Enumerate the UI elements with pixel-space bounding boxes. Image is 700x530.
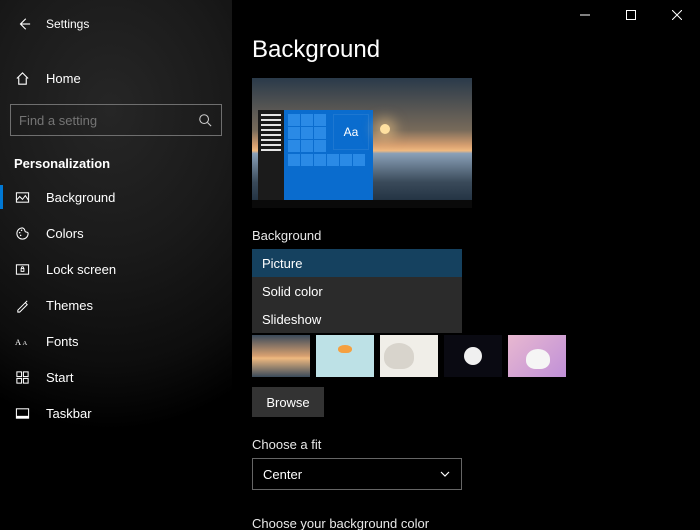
thumbnail-5[interactable] xyxy=(508,335,566,377)
settings-window: Settings Home Personalization Background xyxy=(0,0,700,530)
fonts-icon: AA xyxy=(14,335,30,347)
browse-button[interactable]: Browse xyxy=(252,387,324,417)
search-input[interactable] xyxy=(19,113,197,128)
background-type-label: Background xyxy=(252,228,700,243)
thumbnail-1[interactable] xyxy=(252,335,310,377)
svg-text:A: A xyxy=(22,340,27,347)
sidebar-item-background[interactable]: Background xyxy=(0,179,232,215)
chevron-down-icon xyxy=(439,468,451,480)
themes-icon xyxy=(14,298,30,313)
maximize-icon xyxy=(626,10,636,20)
minimize-button[interactable] xyxy=(562,0,608,30)
svg-text:A: A xyxy=(15,337,22,347)
fit-select-value: Center xyxy=(263,467,302,482)
window-controls xyxy=(562,0,700,30)
background-type-dropdown[interactable]: Picture Solid color Slideshow xyxy=(252,249,462,333)
dropdown-option-solid-color[interactable]: Solid color xyxy=(252,277,462,305)
back-arrow-icon xyxy=(17,17,31,31)
sidebar-header: Settings xyxy=(0,8,232,40)
sidebar-item-fonts[interactable]: AA Fonts xyxy=(0,323,232,359)
home-button[interactable]: Home xyxy=(0,60,232,96)
minimize-icon xyxy=(580,10,590,20)
thumbnail-3[interactable] xyxy=(380,335,438,377)
back-button[interactable] xyxy=(8,8,40,40)
thumbnail-4[interactable] xyxy=(444,335,502,377)
sidebar-item-themes[interactable]: Themes xyxy=(0,287,232,323)
close-button[interactable] xyxy=(654,0,700,30)
sidebar-item-label: Colors xyxy=(46,226,84,241)
dropdown-option-slideshow[interactable]: Slideshow xyxy=(252,305,462,333)
sidebar-item-label: Lock screen xyxy=(46,262,116,277)
page-title: Background xyxy=(252,36,700,64)
preview-taskbar xyxy=(252,200,472,208)
dropdown-option-picture[interactable]: Picture xyxy=(252,249,462,277)
close-icon xyxy=(672,10,682,20)
sidebar-item-label: Start xyxy=(46,370,73,385)
start-icon xyxy=(14,370,30,385)
thumbnail-2[interactable] xyxy=(316,335,374,377)
choose-bgcolor-label: Choose your background color xyxy=(252,516,700,530)
lock-screen-icon xyxy=(14,262,30,277)
sidebar-item-label: Themes xyxy=(46,298,93,313)
preview-sample-text: Aa xyxy=(333,114,369,150)
preview-start-menu: Aa xyxy=(258,110,373,200)
sidebar-item-taskbar[interactable]: Taskbar xyxy=(0,395,232,431)
fit-select[interactable]: Center xyxy=(252,458,462,490)
sidebar-item-label: Taskbar xyxy=(46,406,92,421)
content-pane: Background Aa Background Picture Solid c… xyxy=(232,0,700,530)
home-label: Home xyxy=(46,71,81,86)
app-title: Settings xyxy=(46,17,89,31)
sidebar-item-colors[interactable]: Colors xyxy=(0,215,232,251)
search-input-wrap[interactable] xyxy=(10,104,222,136)
sidebar-item-start[interactable]: Start xyxy=(0,359,232,395)
sidebar-item-label: Fonts xyxy=(46,334,79,349)
choose-fit-label: Choose a fit xyxy=(252,437,700,452)
sidebar-item-lock-screen[interactable]: Lock screen xyxy=(0,251,232,287)
page: Background Aa Background Picture Solid c… xyxy=(232,0,700,530)
picture-thumbnails xyxy=(252,335,700,377)
sidebar-item-label: Background xyxy=(46,190,115,205)
palette-icon xyxy=(14,226,30,241)
search-icon xyxy=(197,113,213,127)
taskbar-icon xyxy=(14,406,30,421)
category-label: Personalization xyxy=(14,156,232,171)
home-icon xyxy=(14,71,30,86)
sidebar: Settings Home Personalization Background xyxy=(0,0,232,530)
nav-list: Background Colors Lock screen Themes AA … xyxy=(0,179,232,431)
picture-icon xyxy=(14,190,30,205)
desktop-preview: Aa xyxy=(252,78,472,208)
browse-button-label: Browse xyxy=(266,395,309,410)
search-container xyxy=(10,104,222,136)
maximize-button[interactable] xyxy=(608,0,654,30)
